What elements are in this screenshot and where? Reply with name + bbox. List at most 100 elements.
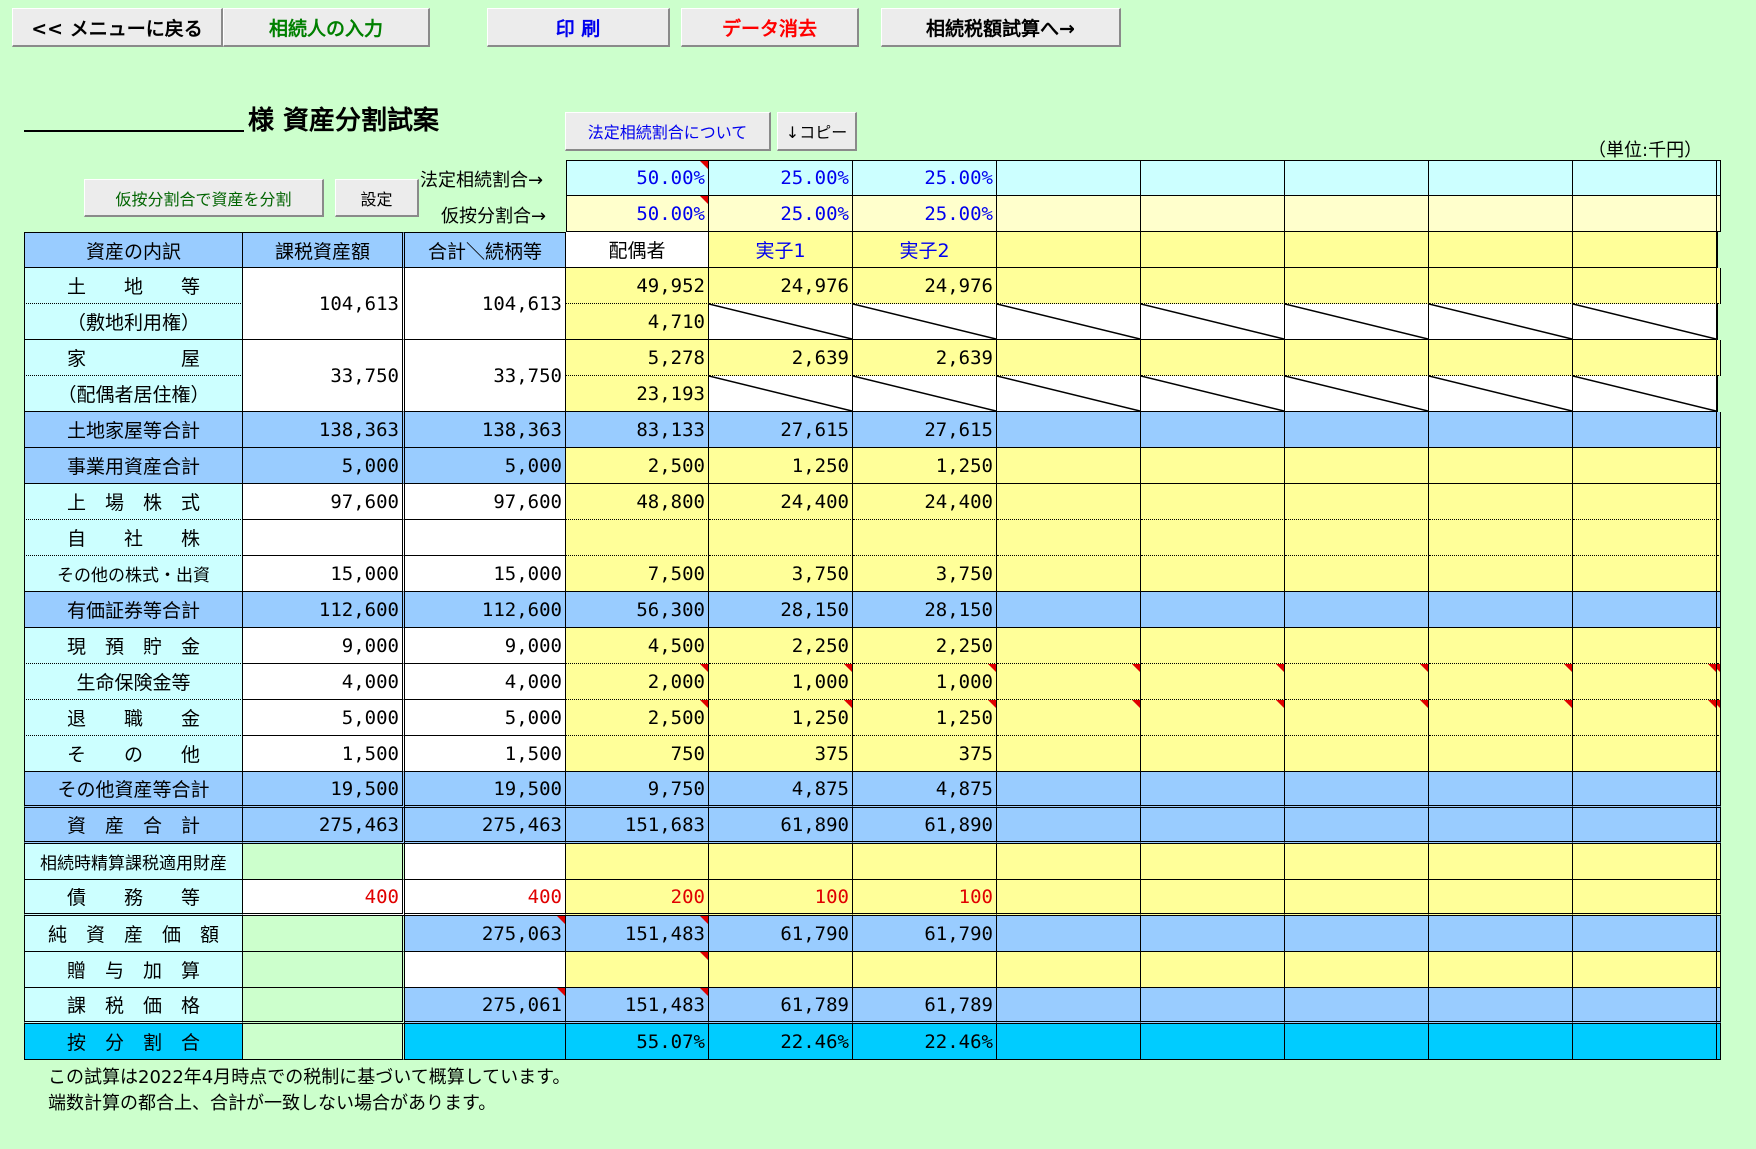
heir-name-cell[interactable]: 実子2 — [853, 232, 997, 268]
heir-value-cell[interactable] — [997, 700, 1141, 736]
heir-value-cell[interactable] — [997, 340, 1141, 376]
heir-value-cell[interactable]: 7,500 — [566, 556, 709, 592]
heir-value-cell[interactable] — [1717, 664, 1721, 700]
heir-value-cell[interactable] — [1285, 268, 1429, 304]
legal-ratio-cell[interactable]: 25.00% — [709, 160, 853, 196]
heir-value-cell[interactable] — [1141, 952, 1285, 988]
heir-value-cell[interactable]: 3,750 — [853, 556, 997, 592]
heir-value-cell[interactable] — [1717, 844, 1721, 880]
temp-ratio-cell[interactable]: 25.00% — [853, 196, 997, 232]
heir-value-cell[interactable]: 2,250 — [853, 628, 997, 664]
heir-value-cell[interactable] — [1141, 484, 1285, 520]
heir-name-cell[interactable] — [1285, 232, 1429, 268]
heir-value-cell[interactable] — [1717, 880, 1721, 916]
heir-name-cell[interactable] — [997, 232, 1141, 268]
heir-value-cell[interactable] — [1141, 700, 1285, 736]
heir-value-cell[interactable] — [997, 628, 1141, 664]
heir-value-cell[interactable] — [997, 736, 1141, 772]
heir-value-cell[interactable]: 23,193 — [566, 376, 709, 412]
heir-value-cell[interactable] — [997, 664, 1141, 700]
heir-value-cell[interactable]: 24,976 — [709, 268, 853, 304]
heir-value-cell[interactable] — [709, 520, 853, 556]
heir-value-cell[interactable] — [1141, 880, 1285, 916]
heir-value-cell[interactable] — [1429, 268, 1573, 304]
heir-value-cell[interactable] — [1429, 340, 1573, 376]
heir-value-cell[interactable] — [1717, 952, 1721, 988]
heir-value-cell[interactable] — [997, 844, 1141, 880]
temp-ratio-cell[interactable] — [997, 196, 1141, 232]
heir-value-cell[interactable] — [566, 520, 709, 556]
heir-value-cell[interactable]: 5,278 — [566, 340, 709, 376]
heir-value-cell[interactable]: 100 — [709, 880, 853, 916]
heir-value-cell[interactable]: 24,976 — [853, 268, 997, 304]
heir-value-cell[interactable] — [1285, 340, 1429, 376]
heir-name-cell[interactable]: 実子1 — [709, 232, 853, 268]
heir-value-cell[interactable] — [1717, 520, 1721, 556]
heir-value-cell[interactable] — [1573, 736, 1717, 772]
heir-value-cell[interactable]: 1,250 — [853, 700, 997, 736]
heir-value-cell[interactable] — [997, 268, 1141, 304]
heir-value-cell[interactable] — [1429, 484, 1573, 520]
heir-value-cell[interactable] — [1717, 700, 1721, 736]
heir-value-cell[interactable] — [853, 844, 997, 880]
copy-button[interactable]: ↓コピー — [777, 112, 857, 151]
heir-value-cell[interactable] — [1573, 952, 1717, 988]
heir-value-cell[interactable]: 24,400 — [853, 484, 997, 520]
heir-value-cell[interactable] — [1573, 268, 1717, 304]
heir-value-cell[interactable]: 1,250 — [709, 700, 853, 736]
heir-value-cell[interactable] — [997, 556, 1141, 592]
heir-value-cell[interactable]: 2,639 — [709, 340, 853, 376]
heir-value-cell[interactable] — [1573, 844, 1717, 880]
heir-value-cell[interactable]: 375 — [853, 736, 997, 772]
heir-value-cell[interactable] — [1429, 952, 1573, 988]
heir-value-cell[interactable]: 3,750 — [709, 556, 853, 592]
legal-ratio-cell[interactable]: 50.00% — [566, 160, 709, 196]
heir-value-cell[interactable] — [1285, 484, 1429, 520]
heir-value-cell[interactable]: 100 — [853, 880, 997, 916]
tax-calc-button[interactable]: 相続税額試算へ→ — [881, 8, 1121, 47]
heir-value-cell[interactable] — [1141, 340, 1285, 376]
print-button[interactable]: 印 刷 — [487, 8, 670, 47]
legal-ratio-cell[interactable] — [1285, 160, 1429, 196]
heir-value-cell[interactable] — [566, 952, 709, 988]
heir-value-cell[interactable] — [1285, 952, 1429, 988]
heir-value-cell[interactable]: 4,500 — [566, 628, 709, 664]
heir-value-cell[interactable] — [1717, 628, 1721, 664]
heir-value-cell[interactable] — [997, 952, 1141, 988]
back-to-menu-button[interactable]: << メニューに戻る — [12, 8, 223, 47]
heir-value-cell[interactable]: 49,952 — [566, 268, 709, 304]
heir-value-cell[interactable] — [1429, 556, 1573, 592]
heir-value-cell[interactable] — [1141, 556, 1285, 592]
heir-name-cell[interactable] — [1573, 232, 1717, 268]
split-by-ratio-button[interactable]: 仮按分割合で資産を分割 — [84, 179, 324, 217]
heir-input-button[interactable]: 相続人の入力 — [223, 8, 430, 47]
heir-value-cell[interactable] — [1141, 664, 1285, 700]
heir-value-cell[interactable]: 200 — [566, 880, 709, 916]
temp-ratio-cell[interactable]: 50.00% — [566, 196, 709, 232]
heir-value-cell[interactable] — [1573, 340, 1717, 376]
heir-value-cell[interactable] — [1141, 736, 1285, 772]
legal-ratio-cell[interactable] — [1717, 160, 1721, 196]
heir-value-cell[interactable] — [1285, 736, 1429, 772]
heir-value-cell[interactable] — [1573, 520, 1717, 556]
heir-value-cell[interactable] — [1141, 268, 1285, 304]
temp-ratio-cell[interactable] — [1285, 196, 1429, 232]
heir-value-cell[interactable] — [1285, 628, 1429, 664]
heir-value-cell[interactable]: 2,639 — [853, 340, 997, 376]
heir-value-cell[interactable] — [1285, 520, 1429, 556]
heir-value-cell[interactable] — [1285, 844, 1429, 880]
heir-name-cell[interactable]: 配偶者 — [566, 232, 709, 268]
heir-value-cell[interactable] — [566, 844, 709, 880]
heir-value-cell[interactable]: 2,500 — [566, 700, 709, 736]
heir-value-cell[interactable] — [1573, 700, 1717, 736]
heir-value-cell[interactable] — [1573, 556, 1717, 592]
heir-value-cell[interactable] — [1429, 880, 1573, 916]
temp-ratio-cell[interactable] — [1141, 196, 1285, 232]
heir-value-cell[interactable]: 1,000 — [853, 664, 997, 700]
heir-value-cell[interactable]: 48,800 — [566, 484, 709, 520]
heir-value-cell[interactable] — [1141, 844, 1285, 880]
heir-value-cell[interactable] — [1429, 700, 1573, 736]
heir-value-cell[interactable] — [1573, 880, 1717, 916]
settings-button[interactable]: 設定 — [335, 179, 419, 217]
heir-value-cell[interactable] — [1285, 556, 1429, 592]
